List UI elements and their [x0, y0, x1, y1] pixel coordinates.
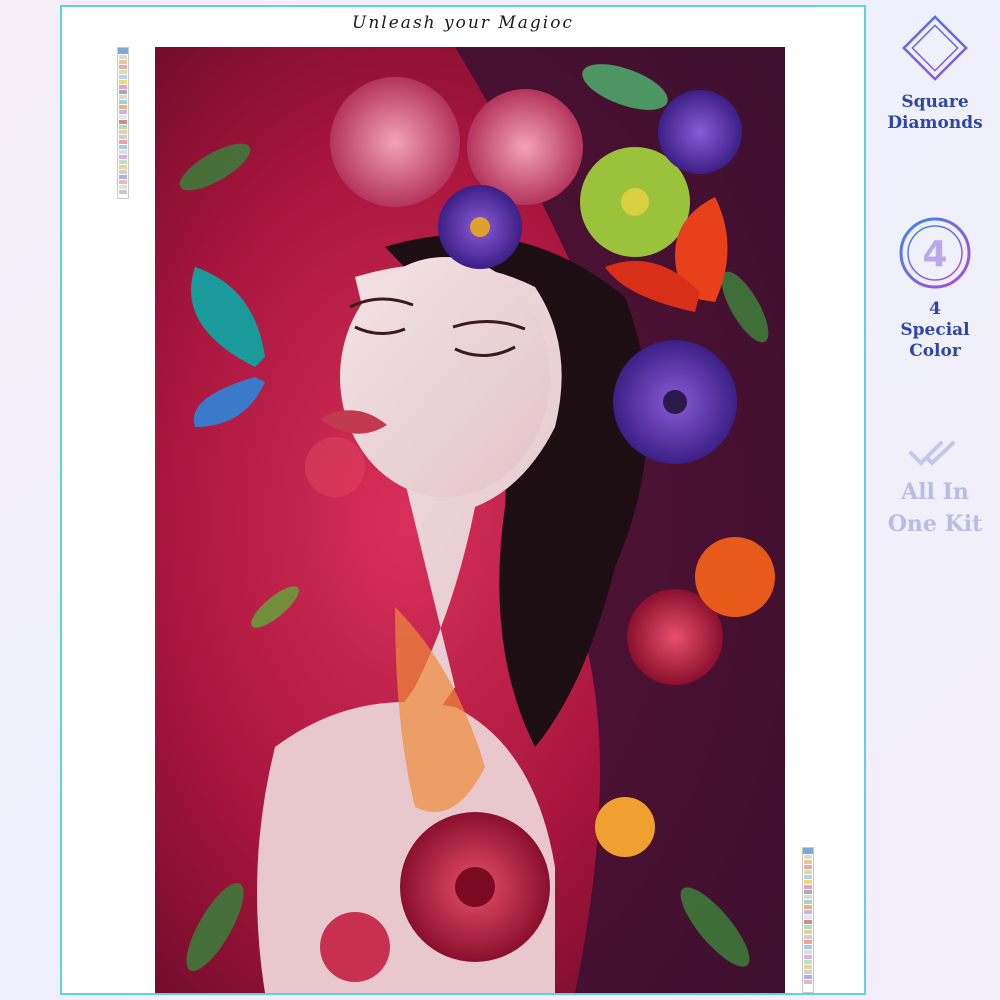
feature-label-line: All In — [901, 479, 969, 505]
legend-header — [118, 48, 128, 54]
feature-label-line: Special — [900, 320, 970, 340]
artwork-woman-with-flowers — [155, 47, 785, 993]
feature-label-line: One Kit — [887, 511, 983, 537]
artwork-illustration — [155, 47, 785, 993]
feature-label-line: Square — [901, 92, 969, 112]
feature-label-line: Color — [909, 341, 961, 361]
feature-label-line: 4 — [929, 299, 941, 319]
pink-rose-flower — [330, 77, 460, 207]
color-legend-bottom — [802, 847, 814, 993]
double-check-icon — [909, 441, 955, 466]
number-4-glyph: 4 — [922, 234, 947, 275]
color-legend-top — [117, 47, 129, 199]
number-4-circle-icon: 4 — [899, 217, 971, 289]
legend-header — [803, 848, 813, 854]
product-canvas: Unleash your Magioc — [60, 5, 866, 995]
feature-all-in-one-kit: All In One Kit — [880, 438, 990, 540]
feature-label-line: Diamonds — [887, 113, 983, 133]
feature-square-diamonds: Square Diamonds — [880, 12, 990, 134]
diamond-outline-icon — [902, 15, 968, 81]
feature-special-color: 4 4 Special Color — [880, 215, 990, 362]
canvas-title: Unleash your Magioc — [352, 13, 574, 33]
